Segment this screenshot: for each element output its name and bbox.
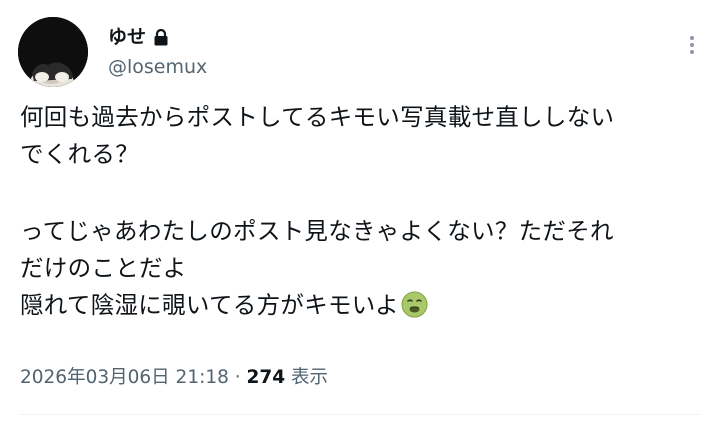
author-name-row[interactable]: ゆせ [108, 26, 168, 48]
author-display-name[interactable]: ゆせ [108, 26, 146, 48]
view-count: 274 [246, 367, 286, 388]
meta-separator: · [234, 367, 241, 388]
post-line: でくれる？ [20, 140, 139, 168]
post-timestamp[interactable]: 2026年03月06日 21:18 [20, 367, 229, 388]
post-metadata: 2026年03月06日 21:18 · 274 表示 [20, 366, 328, 390]
post-line-last: 隠れて陰湿に覗いてる方がキモいよ [20, 287, 710, 324]
view-label: 表示 [291, 367, 329, 388]
nauseated-face-emoji [401, 291, 428, 318]
post-line: だけのことだよ [20, 254, 187, 282]
more-vertical-icon [690, 36, 694, 54]
lock-icon [154, 28, 168, 46]
more-options-button[interactable] [682, 30, 702, 60]
divider [20, 414, 700, 415]
post-line: 何回も過去からポストしてるキモい写真載せ直ししない [20, 103, 615, 131]
post-line: ってじゃあわたしのポスト見なきゃよくない？ただそれ [20, 217, 614, 245]
author-handle[interactable]: @losemux [108, 56, 207, 78]
avatar[interactable] [18, 17, 88, 87]
post-line: 隠れて陰湿に覗いてる方がキモいよ [20, 291, 399, 319]
post-text: 何回も過去からポストしてるキモい写真載せ直ししない でくれる？ ってじゃあわたし… [20, 99, 710, 324]
post-line-blank [20, 173, 710, 213]
